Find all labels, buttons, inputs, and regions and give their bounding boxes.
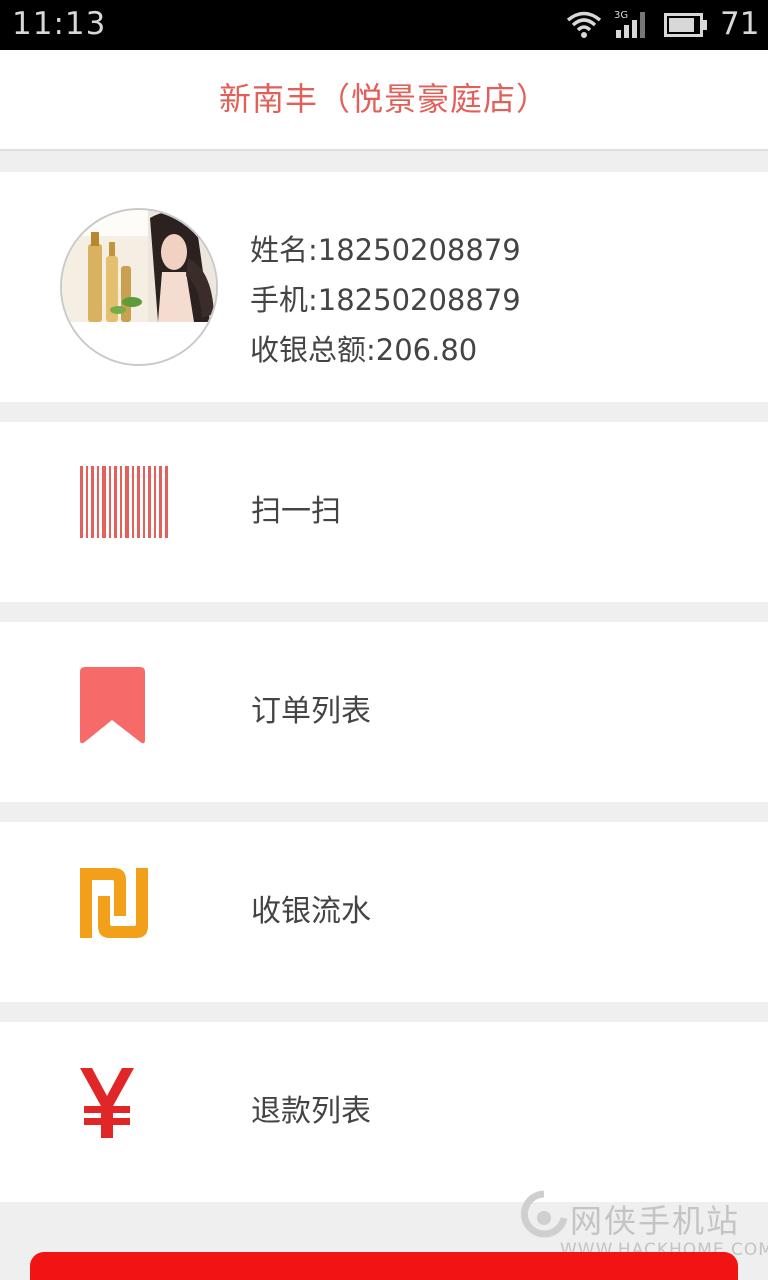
signal-icon: 3G [614,8,654,44]
wifi-icon [566,10,602,44]
title-bar: 新南丰（悦景豪庭店） [0,50,768,151]
yen-icon [76,1066,172,1156]
page-title: 新南丰（悦景豪庭店） [218,80,549,118]
watermark-logo-icon [518,1188,570,1248]
menu-item-cash-flow-label: 收银流水 [251,894,371,929]
profile-phone: 手机:18250208879 [250,283,521,317]
avatar [60,208,218,366]
barcode-icon [76,466,172,556]
menu-item-refund-list[interactable]: 退款列表 [0,1022,768,1202]
status-time: 11:13 [12,6,107,42]
profile-total-amount: 收银总额:206.80 [250,333,478,367]
profile-name: 姓名:18250208879 [250,233,521,267]
status-bar: 11:13 3G 71 [0,0,768,50]
menu-item-scan-label: 扫一扫 [251,494,341,529]
menu-item-cash-flow[interactable]: 收银流水 [0,822,768,1002]
watermark-text: 网侠手机站 [570,1202,741,1240]
battery-icon [664,13,708,41]
bookmark-icon [76,666,172,756]
logout-button-label: 退出 [30,1259,738,1280]
cash-flow-icon [76,866,172,956]
menu-item-scan[interactable]: 扫一扫 [0,422,768,602]
battery-level: 71 [720,6,760,42]
menu-item-order-list-label: 订单列表 [251,694,371,729]
profile-info: 姓名:18250208879 手机:18250208879 收银总额:206.8… [250,225,521,375]
menu-item-refund-list-label: 退款列表 [251,1094,371,1129]
menu-item-order-list[interactable]: 订单列表 [0,622,768,802]
network-type: 3G [614,10,628,21]
logout-button[interactable]: 退出 [30,1252,738,1280]
profile-card: 姓名:18250208879 手机:18250208879 收银总额:206.8… [0,172,768,402]
